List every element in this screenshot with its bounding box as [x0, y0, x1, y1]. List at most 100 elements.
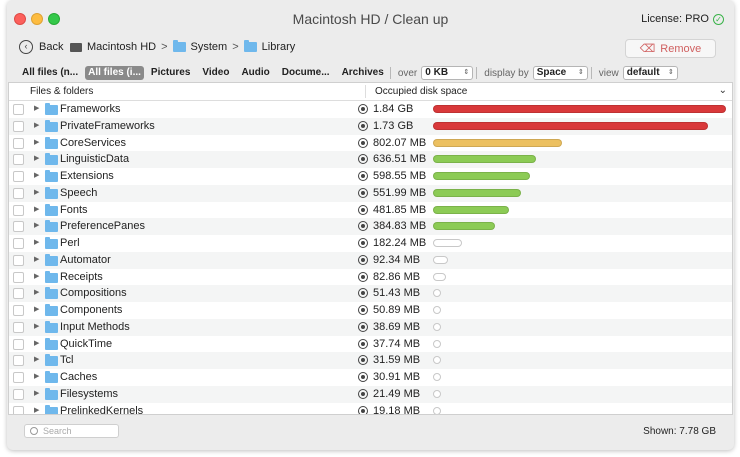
table-row[interactable]: ▶ PrivateFrameworks 1.73 GB: [9, 117, 732, 135]
row-checkbox[interactable]: [13, 187, 24, 199]
size-threshold-select[interactable]: 0 KB ⇕: [421, 66, 474, 80]
disclosure-triangle-icon[interactable]: ▶: [34, 153, 39, 165]
preview-eye-icon[interactable]: [358, 154, 368, 165]
preview-eye-icon[interactable]: [358, 221, 368, 232]
disclosure-triangle-icon[interactable]: ▶: [34, 170, 39, 182]
tab-audio[interactable]: Audio: [238, 66, 272, 80]
tab-video[interactable]: Video: [199, 66, 232, 80]
row-checkbox[interactable]: [13, 137, 24, 149]
table-row[interactable]: ▶ Compositions 51.43 MB: [9, 285, 732, 302]
disclosure-triangle-icon[interactable]: ▶: [34, 304, 39, 316]
breadcrumb-item-macintosh-hd[interactable]: Macintosh HD: [87, 41, 156, 53]
disclosure-triangle-icon[interactable]: ▶: [34, 254, 39, 266]
view-select[interactable]: default ⇕: [622, 66, 678, 80]
folder-icon: [45, 270, 58, 283]
row-checkbox[interactable]: [13, 288, 24, 300]
table-row[interactable]: ▶ Fonts 481.85 MB: [9, 202, 732, 219]
preview-eye-icon[interactable]: [358, 254, 368, 265]
disclosure-triangle-icon[interactable]: ▶: [34, 321, 39, 333]
preview-eye-icon[interactable]: [358, 372, 368, 382]
preview-eye-icon[interactable]: [358, 104, 368, 114]
table-row[interactable]: ▶ Receipts 82.86 MB: [9, 269, 732, 286]
disclosure-triangle-icon[interactable]: ▶: [34, 137, 39, 149]
disclosure-triangle-icon[interactable]: ▶: [34, 371, 39, 383]
tab-archives[interactable]: Archives: [339, 66, 387, 80]
tab-all-files-n[interactable]: All files (n...: [19, 66, 81, 80]
table-row[interactable]: ▶ Components 50.89 MB: [9, 302, 732, 319]
back-button[interactable]: ‹ Back: [19, 40, 63, 54]
disclosure-triangle-icon[interactable]: ▶: [34, 271, 39, 283]
table-row[interactable]: ▶ Speech 551.99 MB: [9, 184, 732, 202]
table-row[interactable]: ▶ Frameworks 1.84 GB: [9, 101, 732, 118]
breadcrumb-item-library[interactable]: Library: [262, 41, 296, 53]
tab-pictures[interactable]: Pictures: [148, 66, 193, 80]
preview-eye-icon[interactable]: [358, 338, 368, 349]
disclosure-triangle-icon[interactable]: ▶: [34, 103, 39, 115]
row-checkbox[interactable]: [13, 154, 24, 166]
table-row[interactable]: ▶ Extensions 598.55 MB: [9, 168, 732, 185]
row-checkbox[interactable]: [13, 221, 24, 233]
row-checkbox[interactable]: [13, 388, 24, 400]
folder-icon: [45, 337, 58, 350]
display-by-select[interactable]: Space ⇕: [532, 66, 588, 80]
disclosure-triangle-icon[interactable]: ▶: [34, 388, 39, 400]
breadcrumb-item-system[interactable]: System: [191, 41, 228, 53]
chevron-down-icon[interactable]: ⌄: [719, 85, 727, 96]
table-row[interactable]: ▶ LinguisticData 636.51 MB: [9, 151, 732, 168]
preview-eye-icon[interactable]: [358, 238, 368, 248]
disclosure-triangle-icon[interactable]: ▶: [34, 120, 39, 132]
row-checkbox[interactable]: [13, 355, 24, 367]
table-row[interactable]: ▶ Automator 92.34 MB: [9, 251, 732, 269]
preview-eye-icon[interactable]: [358, 405, 368, 414]
remove-button[interactable]: ⌫ Remove: [625, 39, 716, 58]
table-row[interactable]: ▶ PreferencePanes 384.83 MB: [9, 218, 732, 235]
disclosure-triangle-icon[interactable]: ▶: [34, 237, 39, 249]
preview-eye-icon[interactable]: [358, 271, 368, 282]
preview-eye-icon[interactable]: [358, 187, 368, 198]
disclosure-triangle-icon[interactable]: ▶: [34, 287, 39, 299]
table-row[interactable]: ▶ Caches 30.91 MB: [9, 369, 732, 386]
row-checkbox[interactable]: [13, 305, 24, 316]
size-bar: [433, 172, 530, 180]
preview-eye-icon[interactable]: [358, 388, 368, 399]
table-row[interactable]: ▶ Input Methods 38.69 MB: [9, 318, 732, 336]
disclosure-triangle-icon[interactable]: ▶: [34, 338, 39, 350]
disclosure-triangle-icon[interactable]: ▶: [34, 204, 39, 216]
tab-documents[interactable]: Docume...: [279, 66, 333, 80]
table-row[interactable]: ▶ Tcl 31.59 MB: [9, 352, 732, 369]
preview-eye-icon[interactable]: [358, 137, 368, 148]
stepper-icon: ⇕: [667, 69, 674, 76]
size-bar: [433, 105, 726, 113]
row-checkbox[interactable]: [13, 321, 24, 333]
row-checkbox[interactable]: [13, 238, 24, 249]
table-row[interactable]: ▶ Filesystems 21.49 MB: [9, 385, 732, 403]
disclosure-triangle-icon[interactable]: ▶: [34, 405, 39, 415]
preview-eye-icon[interactable]: [358, 288, 368, 299]
row-checkbox[interactable]: [13, 104, 24, 115]
table-row[interactable]: ▶ CoreServices 802.07 MB: [9, 135, 732, 152]
column-header-files[interactable]: Files & folders: [30, 86, 93, 97]
preview-eye-icon[interactable]: [358, 321, 368, 332]
preview-eye-icon[interactable]: [358, 204, 368, 215]
preview-eye-icon[interactable]: [358, 120, 368, 131]
row-checkbox[interactable]: [13, 204, 24, 216]
row-checkbox[interactable]: [13, 254, 24, 266]
disclosure-triangle-icon[interactable]: ▶: [34, 187, 39, 199]
column-header-size[interactable]: Occupied disk space: [375, 86, 467, 97]
table-row[interactable]: ▶ Perl 182.24 MB: [9, 235, 732, 252]
row-checkbox[interactable]: [13, 171, 24, 182]
preview-eye-icon[interactable]: [358, 305, 368, 315]
disclosure-triangle-icon[interactable]: ▶: [34, 354, 39, 366]
preview-eye-icon[interactable]: [358, 171, 368, 181]
row-checkbox[interactable]: [13, 120, 24, 132]
table-row[interactable]: ▶ PrelinkedKernels 19.18 MB: [9, 403, 732, 415]
table-row[interactable]: ▶ QuickTime 37.74 MB: [9, 336, 732, 353]
search-input[interactable]: Search: [24, 424, 119, 438]
row-checkbox[interactable]: [13, 271, 24, 283]
tab-all-files-i[interactable]: All files (i...: [85, 66, 144, 80]
disclosure-triangle-icon[interactable]: ▶: [34, 220, 39, 232]
row-checkbox[interactable]: [13, 372, 24, 383]
row-checkbox[interactable]: [13, 405, 24, 414]
row-checkbox[interactable]: [13, 338, 24, 350]
preview-eye-icon[interactable]: [358, 355, 368, 366]
